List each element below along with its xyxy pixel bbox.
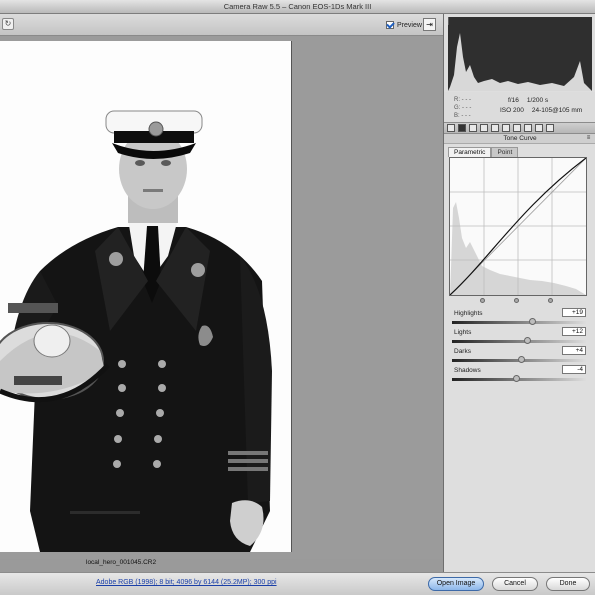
split-toning-panel-icon[interactable] bbox=[491, 124, 499, 132]
preview-checkbox[interactable] bbox=[386, 21, 394, 29]
lights-track[interactable] bbox=[452, 340, 586, 343]
workflow-options-link[interactable]: Adobe RGB (1998); 8 bit; 4096 by 6144 (2… bbox=[96, 579, 277, 586]
histogram-graph bbox=[447, 17, 592, 91]
panel-section-title: Tone Curve ≡ bbox=[444, 134, 595, 144]
image-filename: local_hero_001045.CR2 bbox=[86, 559, 157, 566]
panel-menu-icon[interactable]: ≡ bbox=[584, 135, 593, 142]
firefighter-photo bbox=[0, 41, 291, 552]
aperture-value: f/16 bbox=[508, 97, 519, 104]
bottom-bar: Adobe RGB (1998); 8 bit; 4096 by 6144 (2… bbox=[0, 572, 595, 595]
photo-preview bbox=[0, 41, 292, 552]
panel-tab-icons bbox=[444, 122, 595, 134]
open-image-button[interactable]: Open Image bbox=[428, 577, 484, 591]
region-divider-midtones[interactable] bbox=[514, 298, 519, 303]
tone-sliders: Highlights +19 Lights +12 Darks +4 Shado… bbox=[452, 308, 590, 386]
curve-mode-tabs: Parametric Point bbox=[448, 147, 519, 157]
shadows-label: Shadows bbox=[454, 367, 481, 374]
tone-curve-graph[interactable] bbox=[449, 157, 587, 296]
slider-shadows: Shadows -4 bbox=[452, 365, 590, 386]
basic-panel-icon[interactable] bbox=[447, 124, 455, 132]
darks-label: Darks bbox=[454, 348, 471, 355]
info-readouts: R: - - - G: - - - B: - - - f/16 1/200 s I… bbox=[444, 92, 595, 122]
hsl-panel-icon[interactable] bbox=[480, 124, 488, 132]
effects-panel-icon[interactable] bbox=[513, 124, 521, 132]
lens-corrections-panel-icon[interactable] bbox=[502, 124, 510, 132]
fullscreen-icon[interactable]: ⇥ bbox=[423, 18, 436, 31]
detail-panel-icon[interactable] bbox=[469, 124, 477, 132]
presets-panel-icon[interactable] bbox=[535, 124, 543, 132]
adjustment-panel: R: - - - G: - - - B: - - - f/16 1/200 s I… bbox=[443, 14, 595, 572]
tone-curve-svg bbox=[449, 157, 587, 296]
tab-parametric[interactable]: Parametric bbox=[448, 147, 492, 157]
darks-value[interactable]: +4 bbox=[562, 346, 586, 355]
window-title: Camera Raw 5.5 – Canon EOS-1Ds Mark III bbox=[0, 0, 595, 14]
camera-calibration-panel-icon[interactable] bbox=[524, 124, 532, 132]
preview-label: Preview bbox=[397, 21, 422, 29]
region-dividers bbox=[449, 297, 587, 303]
done-button[interactable]: Done bbox=[546, 577, 590, 591]
cancel-button[interactable]: Cancel bbox=[492, 577, 538, 591]
lens-info: ISO 200 24-105@105 mm bbox=[500, 107, 582, 114]
lens-value: 24-105@105 mm bbox=[531, 107, 583, 114]
rgb-readout: R: - - - G: - - - B: - - - bbox=[454, 97, 472, 119]
highlights-track[interactable] bbox=[452, 321, 586, 324]
shadows-value[interactable]: -4 bbox=[562, 365, 586, 374]
tone-curve-panel-icon[interactable] bbox=[458, 124, 466, 132]
highlights-label: Highlights bbox=[454, 310, 483, 317]
toolbar: ↻ Preview ⇥ bbox=[0, 14, 443, 36]
histogram bbox=[447, 17, 592, 91]
lights-knob[interactable] bbox=[523, 337, 531, 344]
highlights-knob[interactable] bbox=[528, 318, 536, 325]
region-divider-shadows[interactable] bbox=[480, 298, 485, 303]
region-divider-highlights[interactable] bbox=[548, 298, 553, 303]
iso-value: ISO 200 bbox=[500, 107, 524, 114]
preview-toggle[interactable]: Preview bbox=[386, 19, 422, 31]
image-canvas[interactable] bbox=[0, 36, 443, 559]
shutter-value: 1/200 s bbox=[526, 97, 549, 104]
rotate-icon[interactable]: ↻ bbox=[2, 18, 14, 30]
lights-value[interactable]: +12 bbox=[562, 327, 586, 336]
highlights-value[interactable]: +19 bbox=[562, 308, 586, 317]
exposure-info: f/16 1/200 s bbox=[508, 97, 548, 104]
tab-point[interactable]: Point bbox=[491, 147, 519, 157]
snapshots-panel-icon[interactable] bbox=[546, 124, 554, 132]
shadows-knob[interactable] bbox=[512, 375, 520, 382]
lights-label: Lights bbox=[454, 329, 472, 336]
